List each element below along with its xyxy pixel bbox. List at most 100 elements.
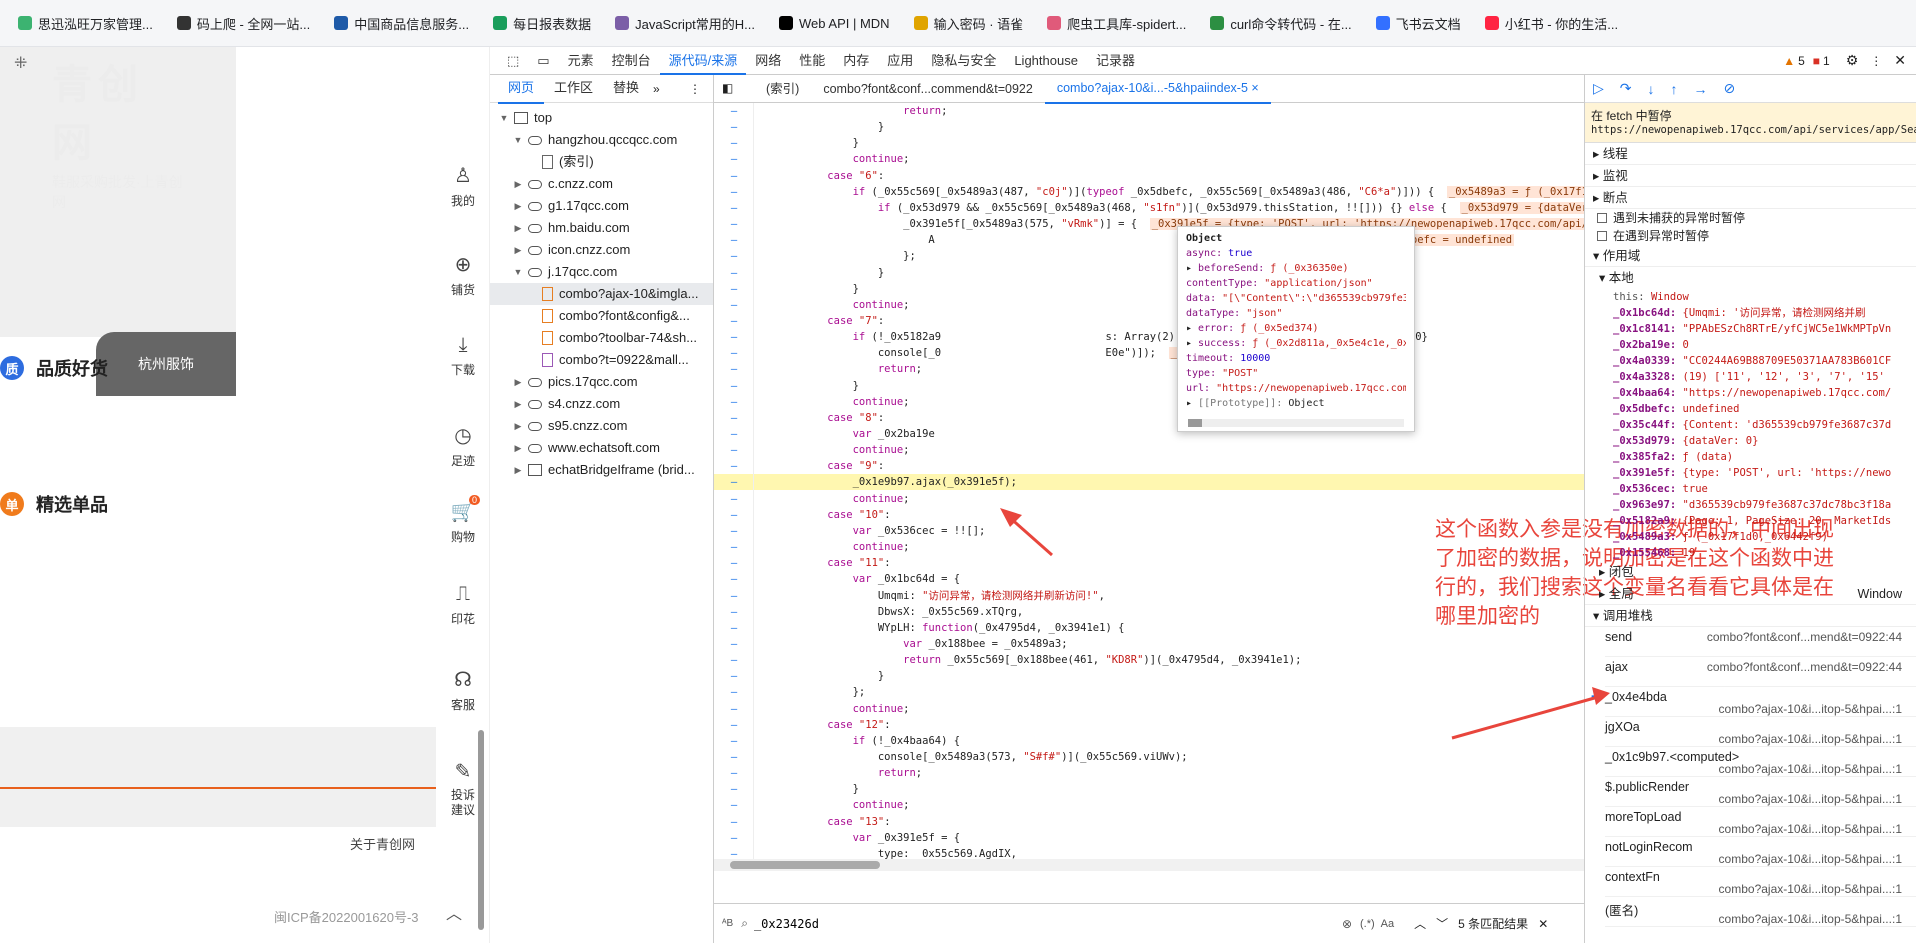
scope-variable[interactable]: _0x53d979: {dataVer: 0} <box>1585 433 1916 449</box>
call-frame[interactable]: jgXOa combo?ajax-10&i...itop-5&hpai...:1 <box>1605 717 1916 747</box>
tree-expander-icon[interactable]: ▼ <box>498 107 510 129</box>
devtools-tab[interactable]: 源代码/来源 <box>659 47 747 75</box>
scope-variable[interactable]: _0x963e97: "d365539cb979fe3687c37dc78bc3… <box>1585 497 1916 513</box>
tree-expander-icon[interactable]: ▶ <box>512 217 524 239</box>
grid-icon[interactable]: ⁜ <box>14 53 27 73</box>
tree-node[interactable]: ▶ s95.cnzz.com <box>490 415 713 437</box>
step-icon[interactable]: → <box>1694 81 1708 97</box>
about-link[interactable]: 关于青创网 <box>350 834 415 853</box>
rail-item-5[interactable]: ⎍ 印花 <box>436 583 490 627</box>
frame-location[interactable]: combo?font&conf...mend&t=0922:44 <box>1707 660 1902 674</box>
popup-property[interactable]: url: "https://newopenapiweb.17qcc.com/ap… <box>1186 381 1406 396</box>
scope-variable[interactable]: _0x391e5f: {type: 'POST', url: 'https://… <box>1585 465 1916 481</box>
previous-match-icon[interactable]: ︿ <box>1414 915 1426 932</box>
devtools-tab[interactable]: Lighthouse <box>1005 47 1087 75</box>
pause-exception-checkbox[interactable]: 在遇到异常时暂停 <box>1585 227 1916 245</box>
bookmark-item[interactable]: Web API | MDN <box>779 16 890 31</box>
bookmark-item[interactable]: 每日报表数据 <box>493 14 591 33</box>
bookmark-item[interactable]: 爬虫工具库-spidert... <box>1047 14 1186 33</box>
scope-variable[interactable]: _0x4a0339: "CC0244A69B88709E50371AA783B6… <box>1585 353 1916 369</box>
close-search-icon[interactable]: ✕ <box>1538 917 1548 931</box>
devtools-tab[interactable]: 性能 <box>790 47 834 75</box>
tree-node[interactable]: ▶ s4.cnzz.com <box>490 393 713 415</box>
tree-node[interactable]: ▶ echatBridgeIframe (brid... <box>490 459 713 481</box>
regex-toggle[interactable]: (.*) <box>1360 918 1375 930</box>
resume-icon[interactable]: ▷ <box>1593 80 1604 97</box>
navigator-menu-icon[interactable]: ⋮ <box>689 82 701 96</box>
popup-property[interactable]: ▸ error: ƒ (_0x5ed374) <box>1186 321 1406 336</box>
scope-variable[interactable]: _0x5489a3: ƒ (_0x17f1d0,_0x6442f9) <box>1585 529 1916 545</box>
deactivate-breakpoints-icon[interactable]: ⊘ <box>1724 80 1736 97</box>
case-toggle[interactable]: Aa <box>1381 918 1394 930</box>
more-menu-icon[interactable]: ⋮ <box>1870 54 1882 68</box>
call-frame[interactable]: notLoginRecom combo?ajax-10&i...itop-5&hp… <box>1605 837 1916 867</box>
devtools-tab[interactable]: 记录器 <box>1087 47 1144 75</box>
tree-node[interactable]: ▼ hangzhou.qccqcc.com <box>490 129 713 151</box>
popup-property[interactable]: dataType: "json" <box>1186 306 1406 321</box>
step-out-icon[interactable]: ↑ <box>1671 81 1678 97</box>
tree-expander-icon[interactable]: ▼ <box>512 129 524 151</box>
call-frame[interactable]: $.publicRender combo?ajax-10&i...itop-5&h… <box>1605 777 1916 807</box>
rail-item-4[interactable]: 🛒 购物 0 <box>436 495 490 545</box>
tree-node[interactable]: combo?toolbar-74&sh... <box>490 327 713 349</box>
call-frame[interactable]: contextFn combo?ajax-10&i...itop-5&hpai..… <box>1605 867 1916 897</box>
expand-icon[interactable]: ▸ <box>1186 398 1198 409</box>
bookmark-item[interactable]: 输入密码 · 语雀 <box>913 14 1023 33</box>
debugger-section[interactable]: ▸ 监视 <box>1585 165 1916 187</box>
popup-property[interactable]: contentType: "application/json" <box>1186 276 1406 291</box>
devtools-tab[interactable]: 隐私与安全 <box>922 47 1005 75</box>
tree-node[interactable]: ▶ g1.17qcc.com <box>490 195 713 217</box>
scope-variable[interactable]: _0x2ba19e: 0 <box>1585 337 1916 353</box>
closure-scope[interactable]: ▸ 闭包 <box>1585 561 1916 583</box>
editor-tab[interactable]: combo?ajax-10&i...-5&hpaiindex-5 × <box>1044 74 1271 104</box>
back-to-top-icon[interactable]: ︿ <box>446 900 462 924</box>
popup-property[interactable]: timeout: 10000 <box>1186 351 1406 366</box>
checkbox-icon[interactable] <box>1597 213 1607 223</box>
step-over-icon[interactable]: ↷ <box>1620 80 1632 97</box>
frame-location[interactable]: combo?ajax-10&i...itop-5&hpai...:1 <box>1719 732 1902 746</box>
devtools-tab[interactable]: 网络 <box>746 47 790 75</box>
checkbox-icon[interactable] <box>1597 231 1607 241</box>
warning-count[interactable]: 5 <box>1798 54 1805 68</box>
toggle-navigator-icon[interactable]: ◧ <box>722 81 733 95</box>
bookmark-item[interactable]: 小红书 - 你的生活... <box>1484 14 1618 33</box>
more-tabs-icon[interactable]: » <box>653 82 660 96</box>
frame-location[interactable]: combo?ajax-10&i...itop-5&hpai...:1 <box>1719 762 1902 776</box>
tree-node[interactable]: ▶ icon.cnzz.com <box>490 239 713 261</box>
tree-node[interactable]: ▶ c.cnzz.com <box>490 173 713 195</box>
tree-node[interactable]: ▶ www.echatsoft.com <box>490 437 713 459</box>
code-view[interactable]: – return; – } – } – continue; – case "6": – i… <box>714 103 1584 871</box>
editor-tab[interactable]: combo?font&conf...commend&t=0922 <box>811 75 1045 103</box>
scope-variable[interactable]: _0x536cec: true <box>1585 481 1916 497</box>
popup-property[interactable]: ▸ beforeSend: ƒ (_0x36350e) <box>1186 261 1406 276</box>
rail-item-0[interactable]: ♙ 我的 <box>436 163 490 209</box>
frame-location[interactable]: combo?ajax-10&i...itop-5&hpai...:1 <box>1719 702 1902 716</box>
navigator-tab[interactable]: 网页 <box>498 74 545 104</box>
frame-location[interactable]: combo?ajax-10&i...itop-5&hpai...:1 <box>1719 822 1902 836</box>
editor-tab[interactable]: (索引) <box>754 75 811 103</box>
next-match-icon[interactable]: ﹀ <box>1436 915 1448 932</box>
scope-variable[interactable]: _0x1bc64d: {Umqmi: '访问异常，请检测网络并刷 <box>1585 305 1916 321</box>
object-preview-popup[interactable]: Object async: true ▸ beforeSend: ƒ (_0x36… <box>1177 226 1415 432</box>
debugger-section[interactable]: ▸ 线程 <box>1585 143 1916 165</box>
call-frame[interactable]: ➡ _0x4e4bda combo?ajax-10&i...itop-5&hpai.… <box>1591 687 1916 717</box>
call-frame[interactable]: _0x1c9b97.<computed> combo?ajax-10&i...it… <box>1605 747 1916 777</box>
call-frame[interactable]: send combo?font&conf...mend&t=0922:44 <box>1605 627 1916 657</box>
expand-icon[interactable]: ▸ <box>1186 263 1198 274</box>
scope-variable[interactable]: _0x4a3328: (19) ['11', '12', '3', '7', '… <box>1585 369 1916 385</box>
tree-node[interactable]: combo?ajax-10&imgla... <box>490 283 713 305</box>
inspect-icon[interactable]: ⬚ <box>498 47 528 75</box>
bookmark-item[interactable]: JavaScript常用的H... <box>615 14 755 33</box>
tree-node[interactable]: combo?t=0922&mall... <box>490 349 713 371</box>
step-into-icon[interactable]: ↓ <box>1648 81 1655 97</box>
tree-node[interactable]: combo?font&config&... <box>490 305 713 327</box>
tree-expander-icon[interactable]: ▶ <box>512 173 524 195</box>
frame-location[interactable]: combo?ajax-10&i...itop-5&hpai...:1 <box>1719 792 1902 806</box>
close-devtools-icon[interactable]: ✕ <box>1894 52 1906 69</box>
call-stack-section[interactable]: ▾ 调用堆栈 <box>1585 605 1916 627</box>
device-toggle-icon[interactable]: ▭ <box>528 47 558 75</box>
scope-variable[interactable]: _0x5182a9: {Page: 1, PageSize: 20, Marke… <box>1585 513 1916 529</box>
frame-location[interactable]: combo?ajax-10&i...itop-5&hpai...:1 <box>1719 852 1902 866</box>
debugger-section[interactable]: ▸ 断点 <box>1585 187 1916 209</box>
expand-icon[interactable]: ▸ <box>1186 338 1198 349</box>
